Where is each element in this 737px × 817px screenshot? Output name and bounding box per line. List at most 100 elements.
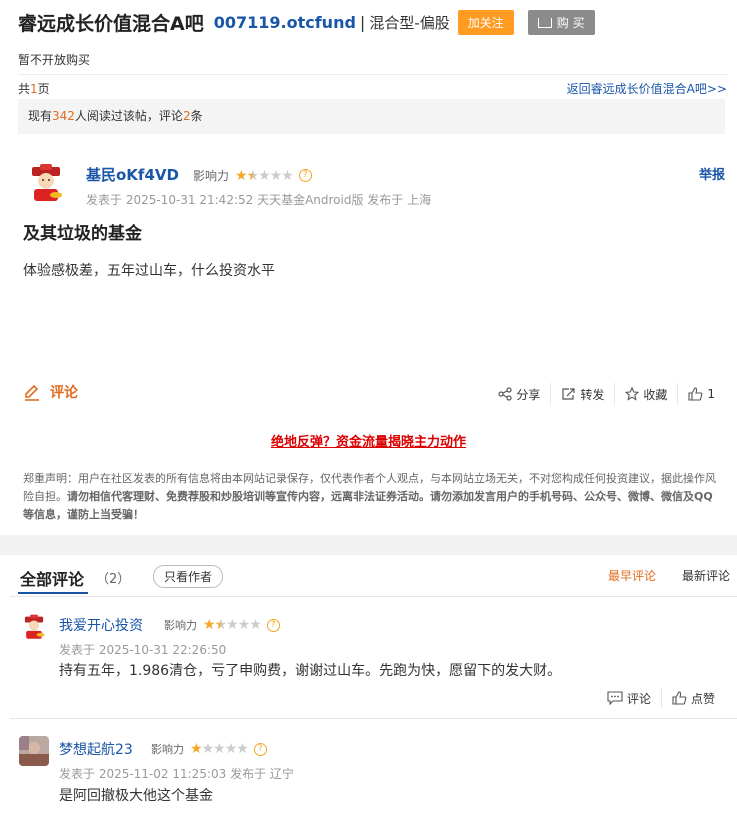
- comment-meta: 发表于 2025-10-31 22:26:50: [59, 643, 227, 657]
- star-icon: ★: [224, 741, 238, 757]
- star-icon: ★: [281, 167, 294, 184]
- help-icon[interactable]: ?: [266, 618, 280, 632]
- commenter-name[interactable]: 梦想起航23: [59, 739, 133, 759]
- star-icon: ★: [258, 167, 271, 184]
- comments-count: （2）: [96, 572, 131, 587]
- sort-earliest-tab[interactable]: 最早评论: [608, 567, 656, 584]
- report-link[interactable]: 举报: [699, 164, 725, 183]
- star-icon: ★: [235, 167, 248, 184]
- forward-button[interactable]: 转发: [551, 383, 616, 405]
- active-tab-underline: [18, 592, 88, 594]
- star-icon: ★: [213, 741, 226, 757]
- commenter-influence: 影响力 ★★★★★ ?: [164, 617, 280, 633]
- bar-name[interactable]: 睿远成长价值混合A吧: [18, 9, 204, 36]
- thumbs-up-icon: [672, 691, 687, 705]
- star-icon: ★: [226, 617, 239, 633]
- forward-label: 转发: [580, 387, 605, 402]
- fund-header: 睿远成长价值混合A吧 007119.otcfund | 混合型-偏股 加关注 购…: [18, 8, 595, 36]
- page-count: 共1页: [18, 80, 50, 97]
- influence-stars: ★★★★★: [203, 617, 262, 633]
- buy-button-label: 购 买: [556, 15, 585, 30]
- share-button[interactable]: 分享: [488, 383, 552, 405]
- divider: [10, 596, 737, 597]
- forward-icon: [562, 388, 575, 400]
- photo-avatar-icon: [19, 736, 49, 766]
- influence-stars: ★★★★★: [235, 167, 294, 184]
- guba-post-page: 睿远成长价值混合A吧 007119.otcfund | 混合型-偏股 加关注 购…: [0, 0, 737, 817]
- star-icon: ★: [249, 617, 262, 633]
- stats-post: 条: [190, 109, 203, 123]
- write-comment-label: 评论: [50, 385, 78, 401]
- cart-icon: [537, 18, 552, 28]
- follow-button[interactable]: 加关注: [457, 9, 514, 35]
- pencil-icon: [25, 384, 39, 401]
- fortune-god-avatar-icon: [24, 614, 45, 639]
- divider: [18, 74, 728, 75]
- influence-label: 影响力: [193, 169, 230, 183]
- author-influence: 影响力 ★★★★★ ?: [193, 167, 312, 184]
- collect-button[interactable]: 收藏: [615, 383, 679, 405]
- star-icon: ★: [237, 617, 251, 633]
- page-count-number: 1: [30, 82, 38, 96]
- fund-type: 混合型-偏股: [369, 13, 450, 32]
- comment-count: 2: [182, 109, 191, 123]
- back-to-bar-link[interactable]: 返回睿远成长价值混合A吧>>: [567, 80, 727, 97]
- star-icon: ★: [214, 617, 228, 633]
- post-title: 及其垃圾的基金: [23, 224, 142, 244]
- post-body: 体验感极差，五年过山车，什么投资水平: [23, 263, 275, 279]
- commenter-influence: 影响力 ★★★★★ ?: [151, 741, 267, 757]
- comment-body: 持有五年，1.986清仓，亏了申购费，谢谢过山车。先跑为快，愿留下的发大财。: [59, 663, 562, 679]
- star-icon: ★: [203, 617, 216, 633]
- post-author-name[interactable]: 基民oKf4VD: [86, 164, 179, 185]
- star-icon: ★: [190, 741, 203, 757]
- stats-pre: 现有: [28, 109, 53, 123]
- sort-newest-tab[interactable]: 最新评论: [682, 567, 730, 584]
- star-outline-icon: [625, 387, 640, 401]
- post-meta: 发表于 2025-10-31 21:42:52 天天基金Android版 发布于…: [86, 193, 432, 207]
- collect-label: 收藏: [643, 387, 668, 402]
- star-icon: ★: [201, 741, 215, 757]
- like-label: 点赞: [690, 691, 715, 706]
- only-author-button[interactable]: 只看作者: [153, 565, 224, 588]
- divider: [10, 718, 737, 719]
- share-icon: [498, 387, 512, 401]
- influence-stars: ★★★★★: [190, 741, 249, 757]
- influence-label: 影响力: [151, 743, 184, 756]
- star-icon: ★: [246, 167, 260, 184]
- write-comment-button[interactable]: 评论: [23, 382, 78, 402]
- chat-bubble-icon: [607, 691, 623, 705]
- comments-title[interactable]: 全部评论: [20, 566, 84, 590]
- comments-header: 全部评论 （2） 只看作者 最早评论 最新评论: [10, 556, 737, 596]
- like-button[interactable]: 1: [678, 383, 715, 405]
- buy-button[interactable]: 购 买: [527, 9, 595, 35]
- header-separator: |: [359, 12, 366, 32]
- help-icon[interactable]: ?: [253, 742, 267, 756]
- stats-mid: 人阅读过该帖，评论: [74, 109, 183, 123]
- page-count-suffix: 页: [37, 82, 50, 96]
- disclaimer-warning: 请勿相信代客理财、免费荐股和炒股培训等宣传内容，远离非法证券活动。请勿添加发言用…: [23, 490, 713, 521]
- star-icon: ★: [236, 741, 249, 757]
- read-stats-box: 现有342人阅读过该帖，评论2条: [18, 99, 725, 134]
- commenter-avatar[interactable]: [19, 736, 49, 766]
- reply-button[interactable]: 评论: [597, 688, 662, 708]
- purchase-status: 暂不开放购买: [18, 53, 91, 67]
- post-actions: 分享 转发 收藏 1: [488, 383, 715, 405]
- author-avatar[interactable]: [26, 163, 66, 203]
- fund-code-link[interactable]: 007119.otcfund: [214, 13, 356, 32]
- influence-label: 影响力: [164, 619, 197, 632]
- promo-link[interactable]: 绝地反弹？资金流量揭晓主力动作: [0, 431, 737, 450]
- star-icon: ★: [269, 167, 283, 184]
- comment-like-button[interactable]: 点赞: [662, 688, 725, 708]
- reply-label: 评论: [626, 691, 651, 706]
- comment-actions: 评论 点赞: [597, 688, 725, 708]
- commenter-avatar[interactable]: [21, 614, 47, 640]
- help-icon[interactable]: ?: [298, 169, 312, 182]
- fortune-god-avatar-icon: [32, 164, 62, 201]
- page-count-prefix: 共: [18, 82, 31, 96]
- comment-body: 是阿回撤极大他这个基金: [59, 788, 213, 804]
- disclaimer: 郑重声明：用户在社区发表的所有信息将由本网站记录保存，仅代表作者个人观点，与本网…: [23, 470, 723, 524]
- read-count: 342: [52, 109, 75, 123]
- thumbs-up-icon: [688, 387, 703, 401]
- commenter-name[interactable]: 我爱开心投资: [59, 615, 143, 635]
- like-count: 1: [707, 387, 715, 401]
